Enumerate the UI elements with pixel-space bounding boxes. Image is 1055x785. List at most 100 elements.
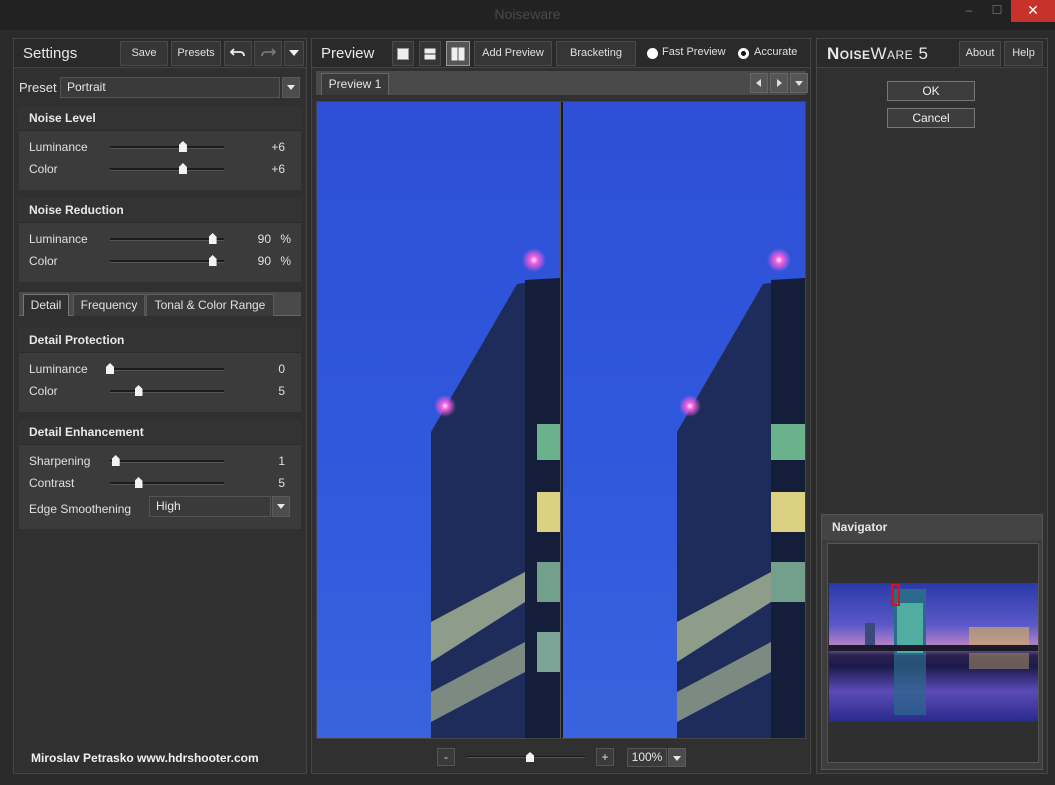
slider-value: 5: [278, 476, 285, 490]
fast-preview-radio[interactable]: [647, 48, 658, 59]
detail-protection-color-row: Color 5: [29, 382, 301, 402]
tab-preview-1[interactable]: Preview 1: [321, 73, 389, 95]
slider-handle[interactable]: [178, 141, 187, 152]
preview-tab-bar: Preview 1: [316, 71, 808, 95]
slider-handle[interactable]: [208, 255, 217, 266]
slider-value: 90: [257, 232, 271, 246]
prev-tab-arrow[interactable]: [750, 73, 768, 93]
tab-detail[interactable]: Detail: [23, 294, 69, 316]
slider-track[interactable]: [110, 146, 224, 149]
settings-header: Settings Save Presets: [14, 39, 306, 68]
preset-dropdown[interactable]: Portrait: [60, 77, 280, 98]
info-header: NOISEWARE 5 About Help: [817, 39, 1047, 68]
edge-smoothening-dropdown[interactable]: High: [149, 496, 271, 517]
slider-track[interactable]: [110, 168, 224, 171]
save-button[interactable]: Save: [120, 41, 168, 66]
settings-title: Settings: [23, 45, 78, 62]
zoom-slider-handle[interactable]: [526, 752, 534, 762]
minimize-button[interactable]: –: [956, 0, 982, 22]
window-title: Noiseware: [494, 6, 561, 22]
split-vertical-icon: [451, 47, 465, 61]
slider-value: 90: [257, 254, 271, 268]
detail-tabs: Detail Frequency Tonal & Color Range: [19, 292, 301, 316]
split-horizontal-button[interactable]: [419, 41, 441, 66]
slider-label: Luminance: [29, 140, 88, 154]
noise-reduction-section: Noise Reduction Luminance 90 % Color 90 …: [19, 198, 301, 282]
slider-track[interactable]: [110, 238, 224, 241]
presets-button[interactable]: Presets: [171, 41, 221, 66]
preset-dropdown-arrow[interactable]: [282, 77, 300, 98]
single-view-button[interactable]: [392, 41, 414, 66]
detail-protection-title: Detail Protection: [19, 328, 301, 353]
author-credit: Miroslav Petrasko www.hdrshooter.com: [31, 751, 259, 765]
info-panel: NOISEWARE 5 About Help OK Cancel Navigat…: [816, 38, 1048, 774]
noise-reduction-luminance-row: Luminance 90 %: [29, 230, 301, 250]
zoom-out-button[interactable]: -: [437, 748, 455, 766]
cancel-button[interactable]: Cancel: [887, 108, 975, 128]
about-button[interactable]: About: [959, 41, 1001, 66]
undo-icon: [229, 48, 245, 57]
slider-handle[interactable]: [134, 385, 143, 396]
add-preview-button[interactable]: Add Preview: [474, 41, 552, 66]
detail-enhancement-title: Detail Enhancement: [19, 420, 301, 445]
slider-label: Color: [29, 162, 58, 176]
slider-label: Color: [29, 384, 58, 398]
zoom-dropdown-arrow[interactable]: [668, 748, 686, 767]
preview-canvas[interactable]: [316, 101, 806, 739]
title-bar: Noiseware – ☐ ✕: [0, 0, 1055, 30]
next-tab-arrow[interactable]: [770, 73, 788, 93]
redo-button[interactable]: [254, 41, 282, 66]
slider-value: 5: [278, 384, 285, 398]
split-divider[interactable]: [560, 102, 563, 738]
slider-track[interactable]: [110, 460, 224, 463]
slider-handle[interactable]: [134, 477, 143, 488]
maximize-button[interactable]: ☐: [984, 0, 1010, 22]
detail-protection-luminance-row: Luminance 0: [29, 360, 301, 380]
zoom-level-field[interactable]: 100%: [627, 748, 667, 767]
accurate-radio[interactable]: [738, 48, 749, 59]
slider-track[interactable]: [110, 260, 224, 263]
detail-enhancement-section: Detail Enhancement Sharpening 1 Contrast…: [19, 420, 301, 529]
edge-smoothening-label: Edge Smoothening: [29, 502, 132, 516]
navigator-thumbnail[interactable]: [829, 583, 1038, 722]
help-button[interactable]: Help: [1004, 41, 1043, 66]
single-view-icon: [397, 48, 409, 60]
detail-protection-section: Detail Protection Luminance 0 Color 5: [19, 328, 301, 412]
preview-image[interactable]: [317, 102, 805, 738]
noise-reduction-color-row: Color 90 %: [29, 252, 301, 272]
thumbnail-photo: [829, 589, 1038, 715]
redo-icon: [261, 48, 277, 57]
navigator-panel: Navigator: [821, 514, 1043, 770]
split-vertical-button[interactable]: [446, 41, 470, 66]
navigator-view[interactable]: [827, 543, 1039, 763]
noiseware-logo: NOISEWARE 5: [827, 44, 929, 63]
slider-label: Sharpening: [29, 454, 91, 468]
slider-handle[interactable]: [178, 163, 187, 174]
slider-value: 1: [278, 454, 285, 468]
zoom-in-button[interactable]: +: [596, 748, 614, 766]
tab-tonal-color-range[interactable]: Tonal & Color Range: [146, 294, 274, 316]
tab-list-arrow[interactable]: [790, 73, 808, 93]
bracketing-button[interactable]: Bracketing: [556, 41, 636, 66]
tab-frequency[interactable]: Frequency: [73, 294, 145, 316]
contrast-row: Contrast 5: [29, 474, 301, 494]
navigator-title: Navigator: [822, 515, 1042, 540]
slider-handle[interactable]: [111, 455, 120, 466]
settings-menu-button[interactable]: [284, 41, 304, 66]
slider-handle[interactable]: [208, 233, 217, 244]
undo-button[interactable]: [224, 41, 252, 66]
noise-level-section: Noise Level Luminance +6 Color +6: [19, 106, 301, 190]
slider-track[interactable]: [110, 482, 224, 485]
noise-level-title: Noise Level: [19, 106, 301, 131]
close-button[interactable]: ✕: [1011, 0, 1055, 22]
ok-button[interactable]: OK: [887, 81, 975, 101]
edge-smoothening-dropdown-arrow[interactable]: [272, 496, 290, 517]
split-horizontal-icon: [424, 48, 436, 60]
preview-title: Preview: [321, 45, 375, 62]
navigator-viewport-box[interactable]: [891, 584, 900, 606]
slider-track[interactable]: [110, 390, 224, 393]
slider-track[interactable]: [110, 368, 224, 371]
settings-panel: Settings Save Presets Preset Portrait No…: [13, 38, 307, 774]
slider-handle[interactable]: [106, 363, 114, 374]
slider-value: 0: [278, 362, 285, 376]
